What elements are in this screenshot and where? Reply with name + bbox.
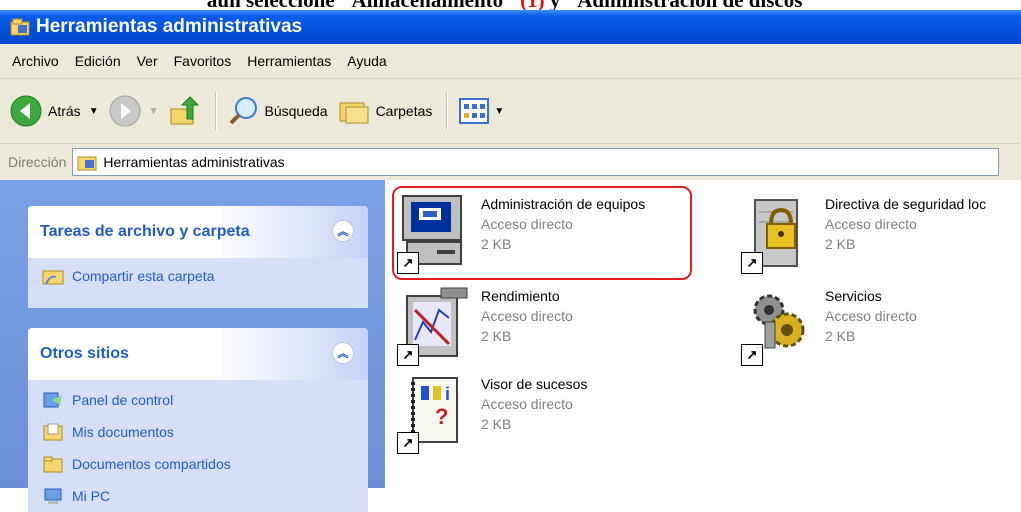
task-share-folder[interactable]: Compartir esta carpeta [42, 260, 368, 292]
address-bar: Dirección Herramientas administrativas [0, 144, 1021, 180]
svg-text:?: ? [435, 404, 448, 429]
control-panel-icon [42, 391, 64, 409]
shortcut-arrow-icon: ↗ [741, 252, 763, 274]
file-size: 2 KB [825, 236, 856, 252]
toolbar: Atrás ▼ ▼ Búsqueda Carpetas ▼ [0, 79, 1021, 144]
forward-arrow-icon [109, 95, 141, 127]
views-button[interactable]: ▼ [458, 91, 504, 131]
collapse-chevron-icon[interactable]: ︽ [332, 342, 354, 364]
address-label: Dirección [8, 154, 67, 170]
share-folder-icon [42, 267, 64, 285]
menu-bar: Archivo Edición Ver Favoritos Herramient… [0, 44, 1021, 79]
menu-ver[interactable]: Ver [137, 53, 158, 69]
file-type: Acceso directo [825, 216, 917, 232]
collapse-chevron-icon[interactable]: ︽ [332, 220, 354, 242]
back-arrow-icon [10, 95, 42, 127]
menu-archivo[interactable]: Archivo [12, 53, 59, 69]
shortcut-arrow-icon: ↗ [397, 432, 419, 454]
file-size: 2 KB [825, 328, 856, 344]
file-tasks-box: Tareas de archivo y carpeta ︽ Compartir … [28, 206, 368, 308]
file-item-performance[interactable]: ↗ Rendimiento Acceso directo 2 KB [397, 282, 573, 366]
file-item-services[interactable]: ↗ Servicios Acceso directo 2 KB [741, 282, 917, 366]
window-title: Herramientas administrativas [36, 16, 303, 37]
folders-label: Carpetas [375, 103, 433, 119]
address-value: Herramientas administrativas [103, 154, 285, 170]
shared-documents-icon [42, 455, 64, 473]
services-icon: ↗ [741, 282, 821, 366]
place-control-panel-label: Panel de control [72, 392, 174, 408]
my-computer-icon [42, 487, 64, 505]
other-places-box: Otros sitios ︽ Panel de control Mis docu… [28, 328, 368, 512]
place-my-documents-label: Mis documentos [72, 424, 174, 440]
my-documents-icon [42, 423, 64, 441]
file-item-event-viewer[interactable]: ? i ↗ Visor de sucesos Acceso directo 2 … [397, 370, 587, 454]
window-title-bar[interactable]: Herramientas administrativas [0, 10, 1021, 44]
shortcut-arrow-icon: ↗ [741, 344, 763, 366]
file-name: Rendimiento [481, 288, 560, 304]
file-item-security-policy[interactable]: ↗ Directiva de seguridad loc Acceso dire… [741, 190, 986, 274]
forward-button[interactable]: ▼ [109, 91, 159, 131]
back-button[interactable]: Atrás ▼ [10, 91, 99, 131]
menu-favoritos[interactable]: Favoritos [174, 53, 232, 69]
up-folder-icon [170, 96, 199, 125]
file-size: 2 KB [481, 416, 512, 432]
place-shared-documents-label: Documentos compartidos [72, 456, 231, 472]
toolbar-separator [214, 92, 217, 130]
file-name: Visor de sucesos [481, 376, 588, 392]
forward-dropdown-icon[interactable]: ▼ [149, 106, 159, 117]
other-places-header[interactable]: Otros sitios ︽ [28, 328, 368, 380]
search-label: Búsqueda [264, 103, 328, 119]
document-caption: aún seleccione "Almacenamiento" (1) y "A… [0, 0, 1021, 12]
file-type: Acceso directo [825, 308, 917, 324]
views-icon [459, 98, 490, 124]
up-folder-button[interactable] [169, 91, 201, 131]
event-viewer-icon: ? i ↗ [397, 370, 477, 454]
task-share-label: Compartir esta carpeta [72, 268, 215, 284]
views-dropdown-icon[interactable]: ▼ [494, 106, 504, 117]
svg-text:i: i [445, 384, 450, 404]
file-name: Servicios [825, 288, 882, 304]
file-size: 2 KB [481, 328, 512, 344]
shortcut-arrow-icon: ↗ [397, 344, 419, 366]
place-my-computer[interactable]: Mi PC [42, 480, 368, 512]
address-field[interactable]: Herramientas administrativas [72, 148, 1000, 176]
admin-tools-folder-icon [10, 18, 30, 36]
back-dropdown-icon[interactable]: ▼ [89, 106, 99, 117]
performance-icon: ↗ [397, 282, 477, 366]
place-shared-documents[interactable]: Documentos compartidos [42, 448, 368, 480]
admin-tools-folder-icon [77, 156, 97, 171]
red-highlight-annotation [392, 186, 692, 280]
file-type: Acceso directo [481, 308, 573, 324]
file-tasks-header[interactable]: Tareas de archivo y carpeta ︽ [28, 206, 368, 258]
menu-herramientas[interactable]: Herramientas [247, 53, 331, 69]
other-places-title: Otros sitios [40, 345, 129, 362]
file-type: Acceso directo [481, 396, 573, 412]
menu-edicion[interactable]: Edición [75, 53, 121, 69]
toolbar-separator [446, 92, 449, 130]
folders-icon [339, 102, 369, 124]
place-my-documents[interactable]: Mis documentos [42, 416, 368, 448]
folders-button[interactable]: Carpetas [338, 91, 433, 131]
menu-ayuda[interactable]: Ayuda [347, 53, 386, 69]
place-control-panel[interactable]: Panel de control [42, 384, 368, 416]
place-my-computer-label: Mi PC [72, 488, 111, 504]
file-name: Directiva de seguridad loc [825, 196, 987, 212]
file-tasks-title: Tareas de archivo y carpeta [40, 223, 250, 240]
task-pane: Tareas de archivo y carpeta ︽ Compartir … [0, 180, 385, 512]
search-icon [229, 97, 257, 125]
search-button[interactable]: Búsqueda [227, 91, 328, 131]
back-label: Atrás [48, 103, 81, 119]
security-policy-icon: ↗ [741, 190, 821, 274]
